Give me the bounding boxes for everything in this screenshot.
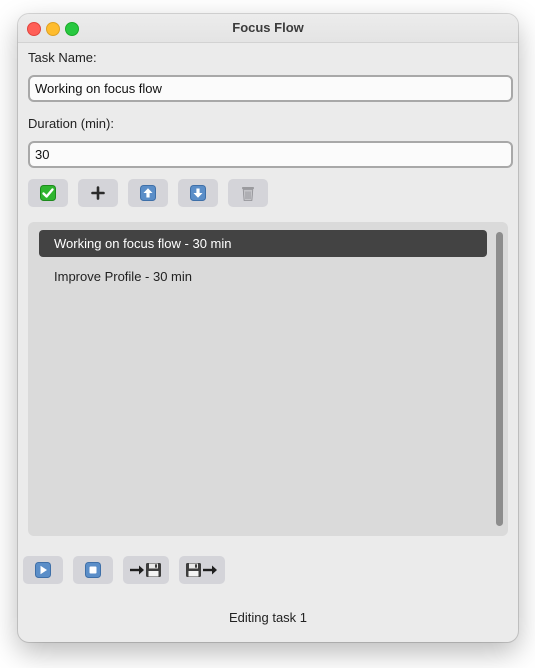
window-title: Focus Flow: [232, 20, 304, 35]
duration-label: Duration (min):: [28, 116, 114, 131]
move-up-button[interactable]: [128, 179, 168, 207]
task-name-label: Task Name:: [28, 50, 97, 65]
down-arrow-icon: [190, 185, 206, 201]
title-bar[interactable]: Focus Flow: [18, 14, 518, 43]
task-list[interactable]: Working on focus flow - 30 min Improve P…: [28, 222, 508, 536]
app-window: Focus Flow Task Name: Working on focus f…: [18, 14, 518, 642]
task-list-scrollbar[interactable]: [496, 232, 503, 526]
move-down-button[interactable]: [178, 179, 218, 207]
status-text: Editing task 1: [228, 610, 308, 625]
export-button[interactable]: [179, 556, 225, 584]
plus-icon: [91, 186, 105, 200]
arrow-to-floppy-icon: [129, 562, 163, 578]
task-list-item[interactable]: Improve Profile - 30 min: [39, 263, 487, 290]
task-list-item[interactable]: Working on focus flow - 30 min: [39, 230, 487, 257]
stop-button[interactable]: [73, 556, 113, 584]
delete-task-button[interactable]: [228, 179, 268, 207]
play-button[interactable]: [23, 556, 63, 584]
task-name-input[interactable]: Working on focus flow: [28, 75, 513, 102]
play-icon: [35, 562, 51, 578]
floppy-to-arrow-icon: [185, 562, 219, 578]
stop-icon: [85, 562, 101, 578]
up-arrow-icon: [140, 185, 156, 201]
add-task-button[interactable]: [78, 179, 118, 207]
duration-input[interactable]: 30: [28, 141, 513, 168]
import-button[interactable]: [123, 556, 169, 584]
check-mark-icon: [40, 185, 56, 201]
save-task-button[interactable]: [28, 179, 68, 207]
trash-icon: [240, 185, 256, 202]
